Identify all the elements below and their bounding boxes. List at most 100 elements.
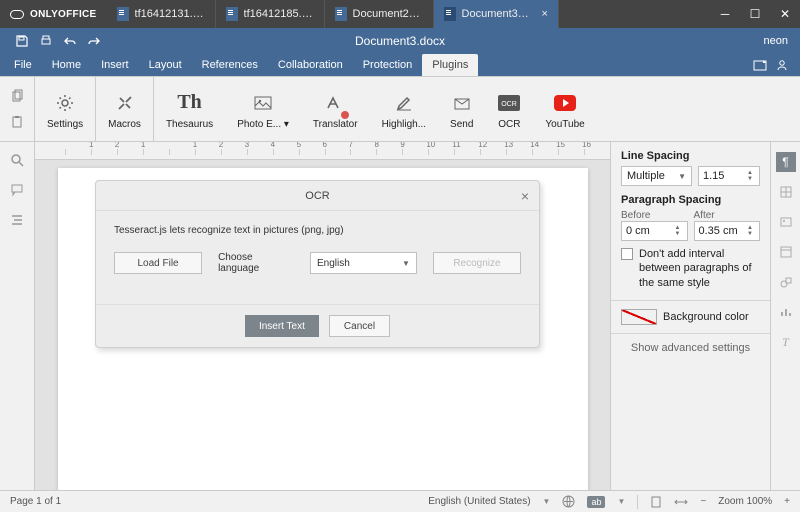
chart-settings-icon[interactable] <box>776 302 796 322</box>
title-bar: ONLYOFFICE tf16412131.do... tf16412185.d… <box>0 0 800 28</box>
document-tab-active[interactable]: Document3.d... × <box>434 0 559 28</box>
fit-page-icon[interactable] <box>650 496 662 508</box>
toolbar-label: Thesaurus <box>166 119 213 130</box>
redo-icon[interactable] <box>82 30 106 52</box>
page-indicator[interactable]: Page 1 of 1 <box>10 496 61 507</box>
document-tab[interactable]: Document2.d... <box>325 0 434 28</box>
comments-icon[interactable] <box>9 182 25 198</box>
open-location-icon[interactable] <box>752 58 768 72</box>
ocr-dialog: OCR × Tesseract.js lets recognize text i… <box>95 180 540 348</box>
right-rail: ¶ T <box>770 142 800 490</box>
line-spacing-value-spinner[interactable]: 1.15▲▼ <box>698 166 760 186</box>
shape-settings-icon[interactable] <box>776 272 796 292</box>
line-spacing-label: Line Spacing <box>621 150 760 162</box>
settings-button[interactable]: Settings <box>35 77 96 141</box>
tab-home[interactable]: Home <box>42 54 91 76</box>
user-name[interactable]: neon <box>764 35 800 47</box>
tab-references[interactable]: References <box>192 54 268 76</box>
tab-protection[interactable]: Protection <box>353 54 423 76</box>
document-tab[interactable]: tf16412185.do... <box>216 0 325 28</box>
no-interval-label: Don't add interval between paragraphs of… <box>639 247 760 290</box>
youtube-icon <box>553 89 577 117</box>
choose-language-label: Choose language <box>218 252 294 274</box>
tools-icon <box>114 89 136 117</box>
toolbar-label: Settings <box>47 119 83 130</box>
textart-settings-icon[interactable]: T <box>776 332 796 352</box>
thesaurus-button[interactable]: Th Thesaurus <box>154 77 225 141</box>
header-footer-icon[interactable] <box>776 242 796 262</box>
save-icon[interactable] <box>10 30 34 52</box>
paste-icon[interactable] <box>9 114 25 130</box>
document-tab[interactable]: tf16412131.do... <box>107 0 216 28</box>
photo-editor-button[interactable]: Photo E... ▾ <box>225 77 301 141</box>
toolbar-label: Macros <box>108 119 141 130</box>
app-name: ONLYOFFICE <box>30 9 97 20</box>
doc-icon <box>444 7 456 21</box>
toolbar-label: YouTube <box>545 119 584 130</box>
paragraph-settings-icon[interactable]: ¶ <box>776 152 796 172</box>
recognize-button[interactable]: Recognize <box>433 252 521 274</box>
image-settings-icon[interactable] <box>776 212 796 232</box>
translator-button[interactable]: Translator <box>301 77 370 141</box>
tab-layout[interactable]: Layout <box>139 54 192 76</box>
toolbar-clipboard <box>0 77 35 141</box>
zoom-out-icon[interactable]: − <box>700 496 706 507</box>
ocr-icon: OCR <box>497 89 521 117</box>
macros-button[interactable]: Macros <box>96 77 154 141</box>
close-button[interactable]: ✕ <box>770 0 800 28</box>
zoom-in-icon[interactable]: + <box>784 496 790 507</box>
dialog-description: Tesseract.js lets recognize text in pict… <box>114 225 521 236</box>
headings-icon[interactable] <box>9 212 25 228</box>
toolbar-label: Photo E... ▾ <box>237 119 289 130</box>
zoom-indicator[interactable]: Zoom 100% <box>718 496 772 507</box>
tab-plugins[interactable]: Plugins <box>422 54 478 76</box>
toolbar-label: Translator <box>313 119 358 130</box>
youtube-button[interactable]: YouTube <box>533 77 596 141</box>
send-icon <box>451 89 473 117</box>
after-label: After <box>694 210 761 221</box>
print-icon[interactable] <box>34 30 58 52</box>
send-button[interactable]: Send <box>438 77 485 141</box>
minimize-button[interactable]: ─ <box>710 0 740 28</box>
before-spinner[interactable]: 0 cm▲▼ <box>621 221 688 241</box>
track-changes-icon[interactable]: ab <box>587 496 605 508</box>
table-settings-icon[interactable] <box>776 182 796 202</box>
background-color-swatch[interactable] <box>621 309 657 325</box>
tab-file[interactable]: File <box>4 54 42 76</box>
no-interval-checkbox[interactable] <box>621 248 633 260</box>
document-tab-label: Document3.d... <box>462 8 532 20</box>
translator-icon <box>324 89 346 117</box>
background-color-label: Background color <box>663 311 749 323</box>
spellcheck-icon[interactable] <box>562 495 575 508</box>
cancel-button[interactable]: Cancel <box>329 315 390 337</box>
left-rail <box>0 142 35 490</box>
insert-text-button[interactable]: Insert Text <box>245 315 319 337</box>
highlight-button[interactable]: Highligh... <box>370 77 438 141</box>
maximize-button[interactable]: ☐ <box>740 0 770 28</box>
load-file-button[interactable]: Load File <box>114 252 202 274</box>
tab-insert[interactable]: Insert <box>91 54 139 76</box>
undo-icon[interactable] <box>58 30 82 52</box>
language-select[interactable]: English▼ <box>310 252 417 274</box>
image-icon <box>252 89 274 117</box>
document-tabs: tf16412131.do... tf16412185.do... Docume… <box>107 0 559 28</box>
close-tab-icon[interactable]: × <box>542 8 548 20</box>
search-icon[interactable] <box>9 152 25 168</box>
dialog-close-icon[interactable]: × <box>521 188 529 204</box>
after-spinner[interactable]: 0.35 cm▲▼ <box>694 221 761 241</box>
user-icon[interactable] <box>774 58 790 72</box>
tab-collaboration[interactable]: Collaboration <box>268 54 353 76</box>
copy-icon[interactable] <box>9 88 25 104</box>
menu-tabs: File Home Insert Layout References Colla… <box>0 53 800 77</box>
ocr-button[interactable]: OCR OCR <box>485 77 533 141</box>
language-indicator[interactable]: English (United States) <box>428 496 530 507</box>
fit-width-icon[interactable] <box>674 496 688 508</box>
horizontal-ruler[interactable]: 12112345678910111213141516 <box>35 142 610 160</box>
toolbar-label: Send <box>450 119 473 130</box>
before-label: Before <box>621 210 688 221</box>
advanced-settings-link[interactable]: Show advanced settings <box>621 342 760 354</box>
app-logo-icon <box>10 10 24 19</box>
dialog-title-bar[interactable]: OCR × <box>96 181 539 211</box>
line-spacing-mode-select[interactable]: Multiple▼ <box>621 166 692 186</box>
plugins-toolbar: Settings Macros Th Thesaurus Photo E... … <box>0 77 800 142</box>
